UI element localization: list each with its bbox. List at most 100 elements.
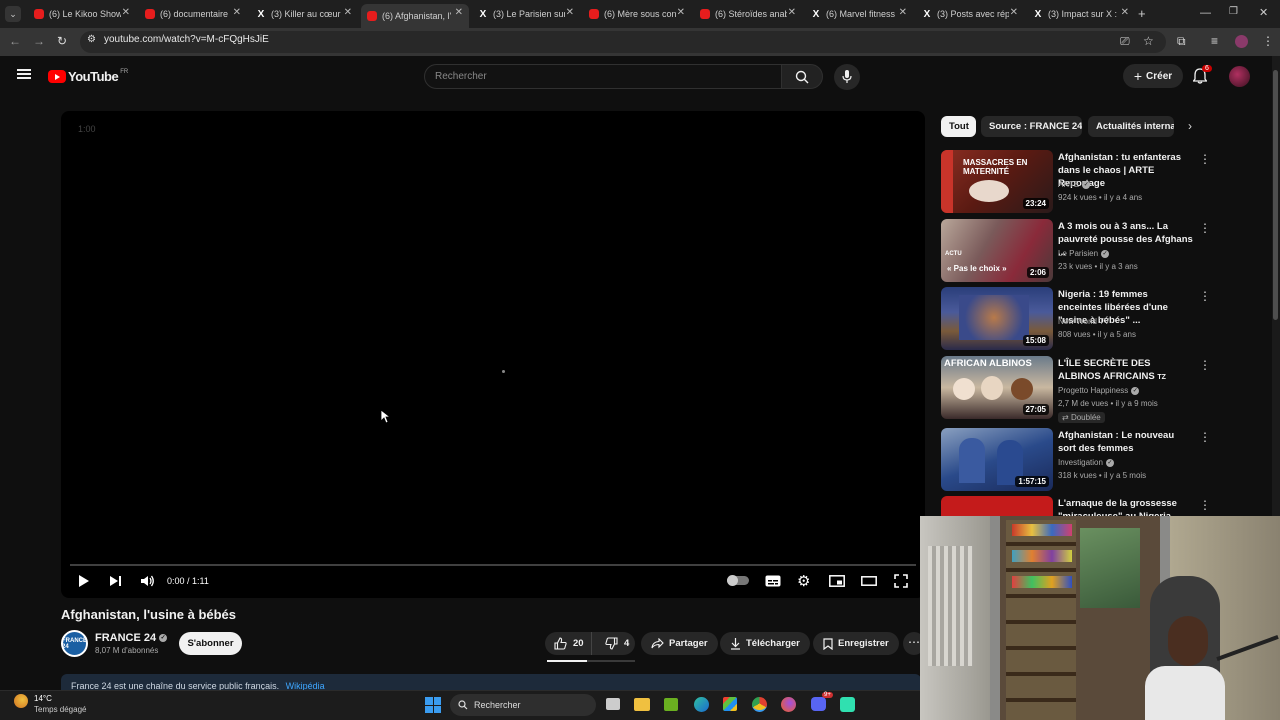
firefox-icon[interactable]: [781, 697, 796, 712]
reload-icon[interactable]: ↻: [57, 34, 67, 48]
kebab-menu-icon[interactable]: ⋮: [1199, 498, 1211, 512]
app-icon[interactable]: [840, 697, 855, 712]
autoplay-toggle[interactable]: [727, 575, 749, 586]
browser-tab-active[interactable]: (6) Afghanistan, l' ✕: [361, 4, 469, 28]
kebab-menu-icon[interactable]: ⋮: [1199, 358, 1211, 372]
weather-desc[interactable]: Temps dégagé: [34, 705, 86, 714]
recommendation-title[interactable]: L'ÎLE SECRÈTE DES ALBINOS AFRICAINS TZ: [1058, 357, 1194, 384]
close-icon[interactable]: ✕: [122, 7, 130, 18]
hamburger-menu-icon[interactable]: [17, 69, 31, 79]
nvidia-icon[interactable]: [664, 698, 678, 711]
channel-name[interactable]: FRANCE 24 ✓: [95, 632, 168, 644]
share-button[interactable]: Partager: [641, 632, 718, 655]
subtitles-icon[interactable]: [765, 575, 781, 587]
tab-search-dropdown-icon[interactable]: ⌄: [5, 6, 21, 22]
taskbar-search[interactable]: Rechercher: [450, 694, 596, 716]
theater-mode-icon[interactable]: [861, 576, 877, 586]
browser-tab[interactable]: (6) Stéroïdes anab ✕: [694, 4, 802, 24]
chrome-icon[interactable]: [752, 697, 767, 712]
like-button[interactable]: 20: [545, 632, 592, 655]
close-window-icon[interactable]: ✕: [1259, 6, 1268, 19]
chevron-right-icon[interactable]: ›: [1188, 119, 1192, 133]
browser-tab[interactable]: (6) Mère sous con ✕: [583, 4, 691, 24]
recommendation-item[interactable]: MASSACRES EN MATERNITÉ 23:24 Afghanistan…: [941, 150, 1216, 214]
play-icon[interactable]: [78, 574, 90, 588]
install-app-icon[interactable]: ⎚: [1120, 34, 1130, 49]
video-thumbnail[interactable]: [941, 496, 1053, 516]
recommendation-item[interactable]: 1:57:15 Afghanistan : Le nouveau sort de…: [941, 428, 1216, 492]
fullscreen-icon[interactable]: [894, 574, 908, 588]
subscribe-button[interactable]: S'abonner: [179, 632, 242, 655]
browser-tab[interactable]: X (3) Impact sur X : ✕: [1027, 4, 1135, 24]
extensions-icon[interactable]: ⧉: [1177, 34, 1186, 49]
edge-icon[interactable]: [694, 697, 709, 712]
recommendation-item[interactable]: L'arnaque de la grossesse "miraculeuse" …: [941, 496, 1216, 516]
video-thumbnail[interactable]: AFRICAN ALBINOS 27:05: [941, 356, 1053, 419]
kebab-menu-icon[interactable]: ⋮: [1199, 221, 1211, 235]
recommendation-channel[interactable]: Le Parisien ✓: [1058, 249, 1110, 258]
profile-avatar-icon[interactable]: [1235, 35, 1248, 48]
url-text[interactable]: youtube.com/watch?v=M-cFQgHsJiE: [104, 34, 269, 45]
channel-avatar[interactable]: FRANCE 24: [61, 630, 88, 657]
close-icon[interactable]: ✕: [1010, 7, 1018, 18]
store-icon[interactable]: [723, 697, 737, 711]
browser-tab[interactable]: (6) Le Kikoo Show ✕: [28, 4, 136, 24]
close-icon[interactable]: ✕: [788, 7, 796, 18]
close-icon[interactable]: ✕: [677, 7, 685, 18]
forward-arrow-icon[interactable]: →: [33, 34, 45, 48]
menu-kebab-icon[interactable]: ⋮: [1262, 34, 1274, 48]
weather-icon[interactable]: [14, 694, 28, 708]
kebab-menu-icon[interactable]: ⋮: [1199, 430, 1211, 444]
file-explorer-icon[interactable]: [634, 698, 650, 711]
discord-icon[interactable]: [811, 697, 826, 711]
miniplayer-icon[interactable]: [829, 575, 845, 587]
task-view-icon[interactable]: [606, 698, 620, 710]
video-thumbnail[interactable]: 1:57:15: [941, 428, 1053, 491]
voice-search-button[interactable]: [834, 64, 860, 90]
download-button[interactable]: Télécharger: [720, 632, 810, 655]
video-thumbnail[interactable]: MASSACRES EN MATERNITÉ 23:24: [941, 150, 1053, 213]
kebab-menu-icon[interactable]: ⋮: [1199, 289, 1211, 303]
chip-source-france24[interactable]: Source : FRANCE 24: [981, 116, 1082, 137]
save-button[interactable]: Enregistrer: [813, 632, 899, 655]
next-icon[interactable]: [109, 575, 122, 587]
notifications-button[interactable]: 6: [1192, 65, 1212, 89]
weather-temp[interactable]: 14°C: [34, 694, 52, 703]
browser-tab[interactable]: X (6) Marvel fitness ✕: [805, 4, 913, 24]
settings-gear-icon[interactable]: ⚙: [797, 572, 810, 590]
kebab-menu-icon[interactable]: ⋮: [1199, 152, 1211, 166]
close-icon[interactable]: ✕: [455, 7, 463, 18]
back-arrow-icon[interactable]: ←: [9, 34, 21, 48]
youtube-logo[interactable]: YouTube FR: [48, 69, 128, 84]
close-icon[interactable]: ✕: [233, 7, 241, 18]
browser-tab[interactable]: X (3) Le Parisien sur ✕: [472, 4, 580, 24]
browser-tab[interactable]: X (3) Posts avec rép ✕: [916, 4, 1024, 24]
restore-icon[interactable]: ❐: [1229, 6, 1238, 17]
start-button[interactable]: [425, 697, 441, 713]
volume-icon[interactable]: [140, 575, 155, 587]
search-input[interactable]: Rechercher: [424, 64, 782, 89]
recommendation-channel[interactable]: New World TV: [1058, 317, 1109, 326]
recommendation-title[interactable]: Afghanistan : Le nouveau sort des femmes: [1058, 429, 1194, 455]
new-tab-plus-icon[interactable]: +: [1138, 6, 1146, 21]
account-avatar[interactable]: [1229, 66, 1250, 87]
bookmark-star-icon[interactable]: ☆: [1143, 34, 1154, 48]
video-thumbnail[interactable]: ACTU « Pas le choix » 2:06: [941, 219, 1053, 282]
close-icon[interactable]: ✕: [566, 7, 574, 18]
close-icon[interactable]: ✕: [344, 7, 352, 18]
video-thumbnail[interactable]: 15:08: [941, 287, 1053, 350]
recommendation-item[interactable]: 15:08 Nigeria : 19 femmes enceintes libé…: [941, 287, 1216, 351]
browser-tab[interactable]: (6) documentaire ✕: [139, 4, 247, 24]
dislike-button[interactable]: 4: [597, 637, 629, 650]
video-player[interactable]: [61, 111, 925, 598]
create-button[interactable]: + Créer: [1123, 64, 1183, 88]
recommendation-item[interactable]: ACTU « Pas le choix » 2:06 A 3 mois ou à…: [941, 219, 1216, 283]
search-button[interactable]: [781, 64, 823, 89]
progress-bar[interactable]: [70, 564, 916, 566]
browser-tab[interactable]: X (3) Killer au cœur ✕: [250, 4, 358, 24]
recommendation-item[interactable]: AFRICAN ALBINOS 27:05 L'ÎLE SECRÈTE DES …: [941, 356, 1216, 423]
close-icon[interactable]: ✕: [899, 7, 907, 18]
recommendation-channel[interactable]: Investigation ✓: [1058, 458, 1114, 467]
chip-all[interactable]: Tout: [941, 116, 976, 137]
minimize-icon[interactable]: —: [1200, 7, 1211, 19]
